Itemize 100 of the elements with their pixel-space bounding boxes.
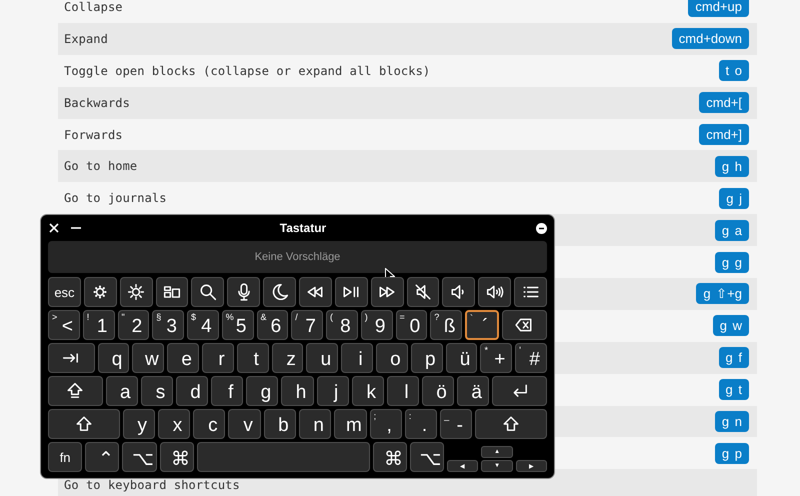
keyboard-key[interactable]: q <box>98 343 130 373</box>
keyboard-key[interactable] <box>48 409 120 439</box>
keyboard-key[interactable]: r <box>202 343 234 373</box>
shortcut-label: Go to home <box>64 159 138 174</box>
keyboard-key[interactable] <box>191 277 224 307</box>
keyboard-key[interactable]: u <box>306 343 338 373</box>
close-icon[interactable] <box>49 223 59 233</box>
shortcut-label: Go to keyboard shortcuts <box>64 478 240 492</box>
keyboard-key[interactable]: * + <box>480 343 512 373</box>
keyboard-key[interactable]: s <box>140 376 174 406</box>
keyboard-key[interactable]: e <box>167 343 200 373</box>
keyboard-key[interactable]: h <box>281 376 314 406</box>
backspace-icon <box>515 316 534 334</box>
keyboard-key[interactable] <box>48 376 103 406</box>
keyboard-key[interactable]: ? ß <box>430 310 462 340</box>
minimize-icon[interactable] <box>71 227 81 229</box>
keyboard-key[interactable]: w <box>132 343 164 373</box>
more-icon[interactable] <box>536 222 547 234</box>
keyboard-key[interactable]: i <box>341 343 374 373</box>
keyboard-key[interactable]: p <box>410 343 443 373</box>
keyboard-key[interactable]: ( 8 <box>326 310 358 340</box>
keyboard-key[interactable] <box>406 277 440 307</box>
keyboard-key[interactable]: y <box>122 409 155 439</box>
return-icon <box>510 382 529 400</box>
keyboard-key[interactable]: & 6 <box>256 310 288 340</box>
shortcut-label: Go to journals <box>64 191 167 206</box>
keyboard-key[interactable]: ⌘ <box>160 442 194 472</box>
keyboard-key[interactable]: ⌃ <box>85 442 120 472</box>
keyboard-key[interactable]: c <box>193 409 226 439</box>
shortcut-badge: g g <box>714 252 749 273</box>
keyboard-key[interactable]: ä <box>457 376 490 406</box>
keyboard-key[interactable]: fn <box>48 442 82 472</box>
keyboard-key[interactable] <box>84 277 117 307</box>
mute-icon <box>414 283 432 301</box>
moon-icon <box>270 283 289 301</box>
keyboard-key[interactable] <box>48 343 95 373</box>
keyboard-key[interactable] <box>502 310 547 340</box>
shortcut-label: Forwards <box>64 128 123 142</box>
keyboard-key[interactable]: l <box>386 376 419 406</box>
keyboard-key[interactable]: ⌥ <box>122 442 157 472</box>
keyboard-key[interactable]: ` ´ <box>465 310 499 340</box>
keyboard-key[interactable]: j <box>316 376 349 406</box>
keyboard-key[interactable]: ; , <box>370 409 402 439</box>
keyboard-key[interactable]: g <box>246 376 278 406</box>
shortcut-badge: cmd+] <box>699 124 749 145</box>
keyboard-key[interactable]: t <box>236 343 269 373</box>
keyboard-key[interactable]: ! 1 <box>82 310 114 340</box>
keyboard-key[interactable]: k <box>352 376 384 406</box>
keyboard-key[interactable]: ' # <box>515 343 548 373</box>
keyboard-key[interactable]: a <box>106 376 138 406</box>
keyboard-key[interactable] <box>492 376 548 406</box>
suggestion-text: Keine Vorschläge <box>254 251 340 263</box>
sun-icon <box>127 283 146 301</box>
keyboard-key[interactable]: : . <box>404 409 438 439</box>
keyboard-key[interactable] <box>263 277 296 307</box>
keyboard-key[interactable]: ⌘ <box>372 442 407 472</box>
keyboard-key[interactable]: esc <box>48 277 81 307</box>
keyboard-key[interactable]: $ 4 <box>187 310 219 340</box>
keyboard-key[interactable] <box>334 277 368 307</box>
keyboard-key[interactable]: " 2 <box>118 310 150 340</box>
keyboard-key[interactable] <box>227 277 260 307</box>
shortcut-label: Collapse <box>64 0 123 14</box>
shortcut-badge: cmd+up <box>688 0 749 18</box>
speaker-icon <box>486 283 504 301</box>
keyboard-key[interactable]: ) 9 <box>360 310 392 340</box>
keyboard-key[interactable] <box>478 277 512 307</box>
keyboard-key[interactable]: o <box>376 343 408 373</box>
keyboard-key[interactable] <box>442 277 476 307</box>
keyboard-key[interactable]: ü <box>446 343 478 373</box>
shortcut-badge: g p <box>714 442 749 464</box>
keyboard-key[interactable]: d <box>176 376 208 406</box>
keyboard-key[interactable]: f <box>211 376 244 406</box>
keyboard-key[interactable]: n <box>299 409 332 439</box>
search-icon <box>198 283 217 301</box>
keyboard-key[interactable]: v <box>228 409 261 439</box>
sun-icon <box>91 283 110 301</box>
windows-icon <box>163 283 181 301</box>
keyboard-key[interactable] <box>156 277 188 307</box>
keyboard-key[interactable] <box>475 409 548 439</box>
keyboard-key[interactable]: / 7 <box>291 310 323 340</box>
shortcut-label: Toggle open blocks (collapse or expand all blocks) <box>64 64 430 78</box>
keyboard-key[interactable] <box>514 277 548 307</box>
shift-icon <box>74 415 93 433</box>
keyboard-key[interactable] <box>370 277 404 307</box>
keyboard-key[interactable]: b <box>264 409 296 439</box>
keyboard-key[interactable] <box>299 277 332 307</box>
keyboard-key[interactable]: ö <box>422 376 454 406</box>
shortcut-badge: g t <box>718 379 749 400</box>
keyboard-key[interactable]: ⌥ <box>410 442 444 472</box>
keyboard-key[interactable] <box>120 277 153 307</box>
keyboard-key[interactable]: § 3 <box>152 310 184 340</box>
keyboard-key[interactable]: x <box>158 409 190 439</box>
shortcut-label: Expand <box>64 32 108 46</box>
shortcut-badge: g w <box>712 315 749 336</box>
keyboard-key[interactable]: z <box>272 343 304 373</box>
keyboard-key[interactable]: m <box>334 409 367 439</box>
keyboard-key[interactable]: %5 <box>222 310 254 340</box>
keyboard-key[interactable]: _ - <box>440 409 472 439</box>
keyboard-key[interactable]: = 0 <box>396 310 428 340</box>
keyboard-key[interactable]: > < <box>48 310 80 340</box>
